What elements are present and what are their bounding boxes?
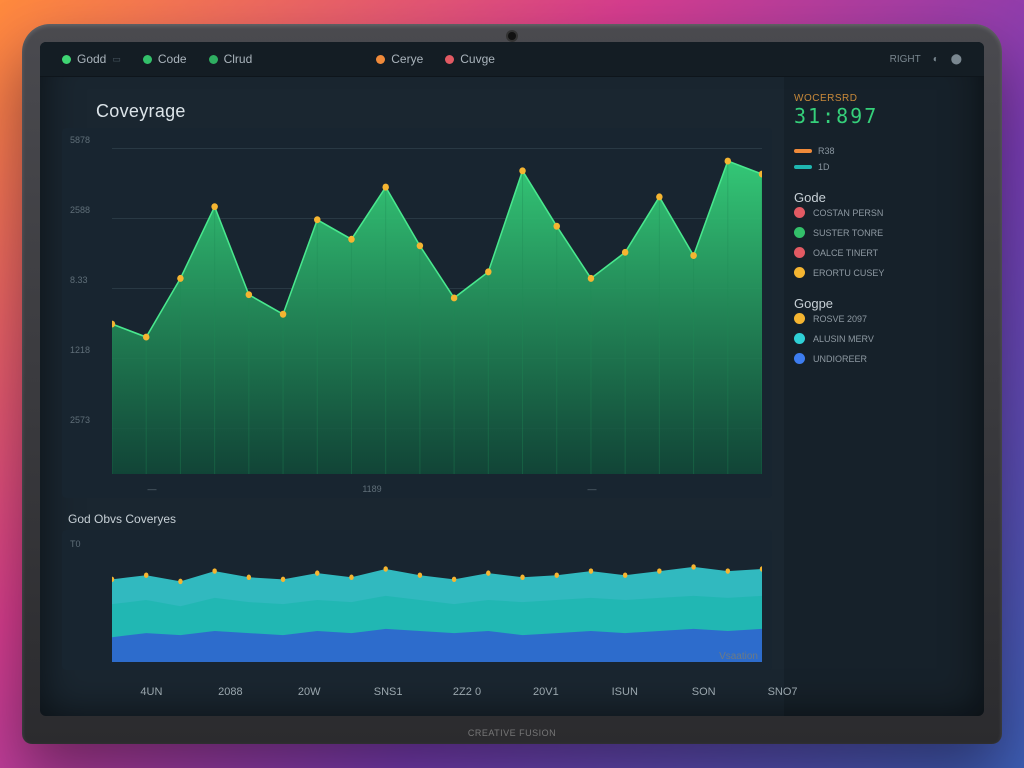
tab-dot-icon (62, 55, 71, 64)
tab-label: Cerye (391, 52, 423, 66)
legend-bullet-icon (794, 207, 805, 218)
sub-chart[interactable]: T0 Vsaation (62, 530, 772, 670)
tab-dot-icon (209, 55, 218, 64)
legend-item[interactable]: R38 (794, 146, 968, 156)
tab-4[interactable]: Cuvge (445, 52, 495, 66)
legend-label: 1D (818, 162, 830, 172)
x-tick: SNS1 (374, 686, 403, 698)
top-tabs: Godd ▭ Code Clrud Cerye Cuvge RIGHT ◐ ⬤ (40, 42, 984, 77)
legend-heading: Gogpe (794, 296, 968, 311)
tab-2[interactable]: Clrud (209, 52, 253, 66)
tab-1[interactable]: Code (143, 52, 187, 66)
legend-label: ERORTU CUSEY (813, 268, 884, 278)
header-right-label: RIGHT (890, 54, 921, 65)
y-tick: 2588 (70, 205, 90, 215)
legend-bullet-icon (794, 267, 805, 278)
legend-item[interactable]: ERORTU CUSEY (794, 267, 968, 278)
legend-label: COSTAN PERSN (813, 208, 883, 218)
sub-chart-watermark: Vsaation (719, 651, 758, 662)
x-tick: ISUN (612, 686, 638, 698)
stat-value: 31:897 (794, 104, 968, 128)
x-tick: SNO7 (768, 686, 798, 698)
legend-heading: Gode (794, 190, 968, 205)
x-tick: 2088 (218, 686, 242, 698)
legend-label: OALCE TINERT (813, 248, 878, 258)
main-chart[interactable]: 587825888.3312182573 —1189— (62, 128, 772, 498)
legend-bullet-icon (794, 227, 805, 238)
tab-3[interactable]: Cerye (376, 52, 423, 66)
y-tick: 5878 (70, 135, 90, 145)
legend-bullet-icon (794, 247, 805, 258)
laptop-frame: CREATIVE FUSION Godd ▭ Code Clrud Cerye C… (22, 24, 1002, 744)
tab-dot-icon (445, 55, 454, 64)
hinge-brand: CREATIVE FUSION (468, 728, 556, 738)
tab-dot-icon (143, 55, 152, 64)
legend-label: SUSTER TONRE (813, 228, 883, 238)
app-screen: Godd ▭ Code Clrud Cerye Cuvge RIGHT ◐ ⬤ C… (40, 42, 984, 716)
legend-item[interactable]: 1D (794, 162, 968, 172)
sub-chart-title: God Obvs Coveryes (62, 510, 772, 530)
legend-item[interactable]: ROSVE 2097 (794, 313, 968, 324)
x-tick: 2Z2 0 (453, 686, 481, 698)
legend-item[interactable]: OALCE TINERT (794, 247, 968, 258)
tab-label: Clrud (224, 52, 253, 66)
legend-label: R38 (818, 146, 835, 156)
tab-label: Code (158, 52, 187, 66)
stat-label: WOCERSRD (794, 93, 968, 104)
y-tick: 2573 (70, 415, 90, 425)
legend-item[interactable]: UNDIOREER (794, 353, 968, 364)
tab-0[interactable]: Godd ▭ (62, 52, 121, 66)
legend-item[interactable]: ALUSIN MERV (794, 333, 968, 344)
tab-pill-icon: ▭ (112, 54, 121, 65)
y-tick: 8.33 (70, 275, 88, 285)
x-tick: SON (692, 686, 716, 698)
stat-block: WOCERSRD 31:897 (794, 93, 968, 128)
avatar-icon[interactable]: ⬤ (951, 54, 962, 65)
y-tick: 1218 (70, 345, 90, 355)
main-column: Coveyrage 587825888.3312182573 —1189— Go… (40, 77, 784, 716)
moon-icon[interactable]: ◐ (933, 54, 939, 65)
tab-label: Godd (77, 52, 106, 66)
legend-label: ROSVE 2097 (813, 314, 867, 324)
legend-label: ALUSIN MERV (813, 334, 874, 344)
main-chart-title: Coveyrage (62, 91, 772, 128)
sidebar: WOCERSRD 31:897 R38 1D Gode COSTAN PERSN S… (784, 77, 984, 716)
legend-label: UNDIOREER (813, 354, 867, 364)
legend-bullet-icon (794, 333, 805, 344)
x-tick: 20W (298, 686, 321, 698)
tab-label: Cuvge (460, 52, 495, 66)
legend-section-2: Gogpe ROSVE 2097 ALUSIN MERV UNDIOREER (794, 296, 968, 364)
mini-legend: R38 1D (794, 146, 968, 172)
legend-section-1: Gode COSTAN PERSN SUSTER TONRE OALCE TINER… (794, 190, 968, 278)
tab-right-controls: RIGHT ◐ ⬤ (890, 54, 962, 65)
legend-bullet-icon (794, 353, 805, 364)
y-tick: T0 (70, 539, 81, 549)
legend-bullet-icon (794, 313, 805, 324)
x-axis-labels: 4UN 2088 20W SNS1 2Z2 0 20V1 ISUN SON SNO7 (112, 682, 822, 702)
x-tick: 20V1 (533, 686, 559, 698)
legend-item[interactable]: COSTAN PERSN (794, 207, 968, 218)
legend-item[interactable]: SUSTER TONRE (794, 227, 968, 238)
camera-dot (508, 32, 516, 40)
x-tick: 4UN (140, 686, 162, 698)
legend-swatch-icon (794, 165, 812, 169)
legend-swatch-icon (794, 149, 812, 153)
tab-dot-icon (376, 55, 385, 64)
